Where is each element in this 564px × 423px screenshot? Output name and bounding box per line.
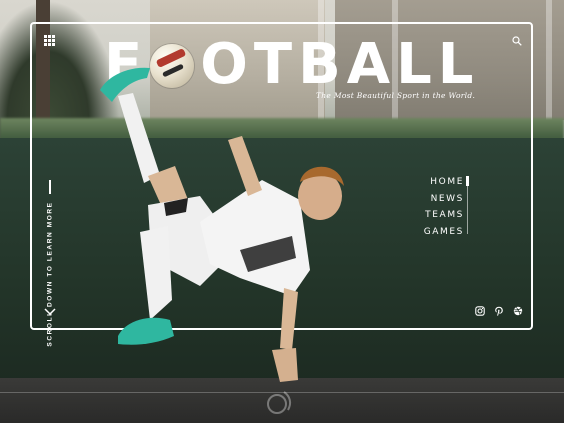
title-prefix: F xyxy=(104,31,149,97)
grid-menu-icon[interactable] xyxy=(44,35,55,46)
building-column xyxy=(546,0,552,120)
scroll-hint-label: SCROLL DOWN TO LEARN MORE xyxy=(46,201,54,347)
nav-item-teams[interactable]: TEAMS xyxy=(404,207,464,224)
watermark-logo xyxy=(267,391,292,414)
chevron-down-icon[interactable] xyxy=(44,308,56,316)
nav-active-indicator xyxy=(466,176,469,186)
nav-item-news[interactable]: NEWS xyxy=(404,191,464,208)
scroll-indicator-bar xyxy=(49,180,51,194)
nav-item-home[interactable]: HOME xyxy=(404,174,464,191)
scroll-hint[interactable]: SCROLL DOWN TO LEARN MORE xyxy=(40,180,60,347)
pinterest-icon[interactable] xyxy=(494,306,504,316)
title-suffix: OTBALL xyxy=(200,31,480,97)
dribbble-icon[interactable] xyxy=(513,306,523,316)
instagram-icon[interactable] xyxy=(475,306,485,316)
nav-item-games[interactable]: GAMES xyxy=(404,224,464,241)
search-icon[interactable] xyxy=(512,36,522,46)
football-letter-o xyxy=(150,40,198,88)
football-icon xyxy=(150,44,195,88)
page-title: F OTBALL xyxy=(104,31,480,97)
tagline: The Most Beautiful Sport in the World. xyxy=(316,91,476,100)
main-navigation: HOME NEWS TEAMS GAMES xyxy=(404,174,464,240)
